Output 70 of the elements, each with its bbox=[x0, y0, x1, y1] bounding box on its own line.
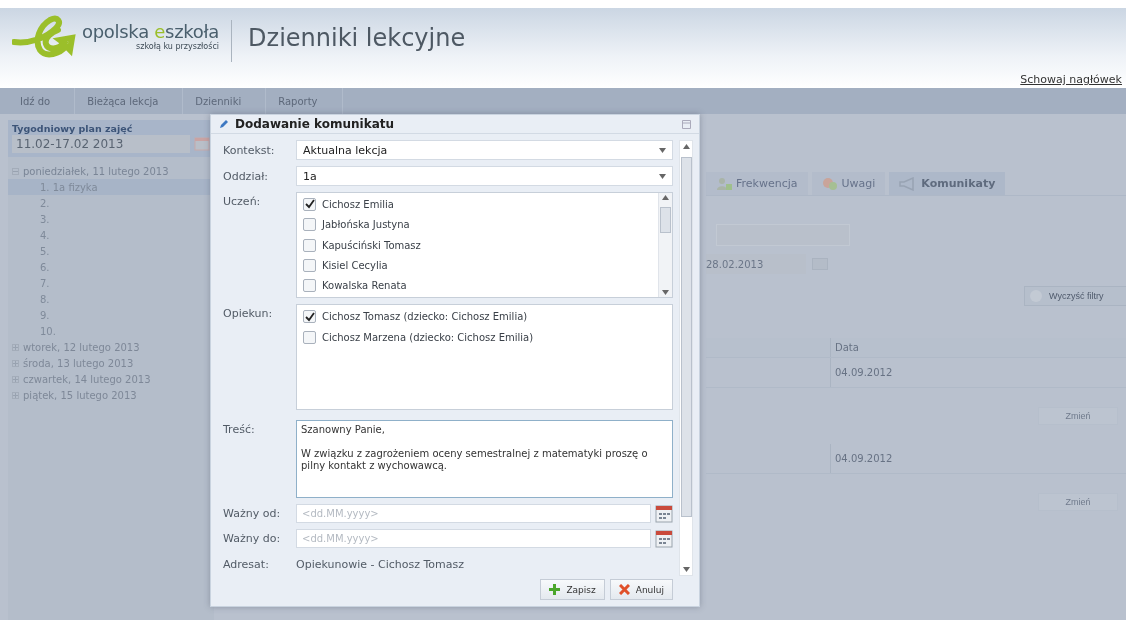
sidebar-title: Tygodniowy plan zajęć bbox=[12, 123, 134, 134]
list-item-label[interactable]: Kapuściński Tomasz bbox=[322, 239, 421, 251]
tab[interactable]: Komunikaty bbox=[889, 172, 1006, 195]
recipient-value: Opiekunowie - Cichosz Tomasz bbox=[296, 558, 464, 571]
field-label: Ważny od: bbox=[223, 507, 282, 520]
field-label: Uczeń: bbox=[223, 194, 262, 208]
scroll-down-icon[interactable] bbox=[659, 173, 666, 179]
logo-tagline: szkołą ku przyszłości bbox=[136, 42, 220, 51]
expand-icon[interactable] bbox=[12, 375, 19, 383]
checkbox[interactable] bbox=[303, 279, 316, 293]
date-field[interactable]: <dd.MM.yyyy> bbox=[296, 504, 651, 523]
logo-icon bbox=[12, 14, 76, 58]
expand-icon[interactable] bbox=[12, 343, 19, 351]
scroll-down-icon[interactable] bbox=[682, 567, 690, 572]
scrollbar[interactable] bbox=[679, 140, 693, 576]
message-field[interactable]: Szanowny Panie, W związku z zagrożeniem oceny semestralnej z matematyki proszę o pilny kontakt z wychowawcą. bbox=[296, 420, 673, 498]
expand-icon[interactable] bbox=[12, 359, 19, 367]
calendar-icon[interactable] bbox=[655, 504, 673, 523]
checkbox[interactable] bbox=[303, 258, 316, 272]
field-label: Treść: bbox=[223, 422, 256, 436]
clear-filters-button[interactable]: Wyczyść filtry bbox=[1024, 286, 1126, 306]
scroll-up-icon[interactable] bbox=[682, 144, 690, 149]
date-field[interactable]: <dd.MM.yyyy> bbox=[296, 529, 651, 548]
maximize-icon[interactable] bbox=[682, 119, 691, 129]
day-item[interactable]: poniedziałek, 11 lutego 2013 bbox=[23, 165, 169, 177]
field-label: Opiekun: bbox=[223, 306, 274, 320]
people-icon bbox=[716, 176, 732, 191]
checkbox[interactable] bbox=[303, 238, 316, 252]
checkbox[interactable] bbox=[303, 197, 316, 211]
scrollbar-thumb[interactable] bbox=[681, 157, 692, 517]
context-select[interactable]: Aktualna lekcja bbox=[296, 140, 673, 160]
calendar-icon[interactable] bbox=[655, 529, 673, 548]
tab[interactable]: Uwagi bbox=[811, 172, 886, 195]
scrollbar[interactable] bbox=[658, 193, 672, 297]
close-icon bbox=[618, 584, 630, 595]
scrollbar-thumb[interactable] bbox=[660, 207, 671, 233]
notes-icon bbox=[821, 176, 838, 191]
list-item-label[interactable]: Kisiel Cecylia bbox=[322, 259, 388, 271]
list-item-label[interactable]: Cichosz Marzena (dziecko: Cichosz Emilia) bbox=[322, 332, 534, 343]
scroll-down-icon[interactable] bbox=[659, 147, 666, 153]
table-cell: 04.09.2012 bbox=[830, 358, 1126, 387]
field-label: Oddział: bbox=[223, 169, 270, 183]
checkbox[interactable] bbox=[303, 331, 316, 344]
collapse-icon[interactable] bbox=[12, 167, 19, 175]
plus-icon bbox=[549, 584, 561, 595]
field-label: Ważny do: bbox=[223, 532, 282, 545]
field-label: Adresat: bbox=[223, 558, 270, 571]
cancel-button[interactable]: Anuluj bbox=[609, 579, 673, 600]
date-field[interactable]: 28.02.2013 bbox=[706, 254, 806, 274]
save-button[interactable]: Zapisz bbox=[540, 579, 605, 600]
expand-icon[interactable] bbox=[12, 391, 19, 399]
tab[interactable]: Frekwencja bbox=[706, 172, 808, 195]
logo-name: opolska eszkoła bbox=[82, 21, 220, 42]
dialog-title: Dodawanie komunikatu bbox=[235, 117, 395, 131]
pencil-icon bbox=[219, 119, 229, 129]
list-item-label[interactable]: Cichosz Tomasz (dziecko: Cichosz Emilia) bbox=[322, 311, 528, 322]
scroll-up-icon[interactable] bbox=[662, 195, 669, 200]
checkbox[interactable] bbox=[303, 310, 316, 323]
hide-header-link[interactable]: Schowaj nagłówek bbox=[1020, 73, 1122, 86]
list-item-label[interactable]: Kowalska Renata bbox=[322, 280, 407, 292]
app-title: Dzienniki lekcyjne bbox=[248, 24, 466, 52]
list-item-label[interactable]: Jabłońska Justyna bbox=[322, 219, 410, 231]
table-cell: 04.09.2012 bbox=[830, 444, 1126, 473]
list-item-label[interactable]: Cichosz Emilia bbox=[322, 198, 394, 210]
scroll-down-icon[interactable] bbox=[662, 290, 669, 295]
column-header: Data bbox=[830, 338, 1126, 357]
week-field[interactable]: 11.02-17.02 2013 bbox=[12, 135, 190, 153]
class-select[interactable]: 1a bbox=[296, 166, 673, 186]
field-label: Kontekst: bbox=[223, 143, 276, 157]
checkbox[interactable] bbox=[303, 218, 316, 232]
